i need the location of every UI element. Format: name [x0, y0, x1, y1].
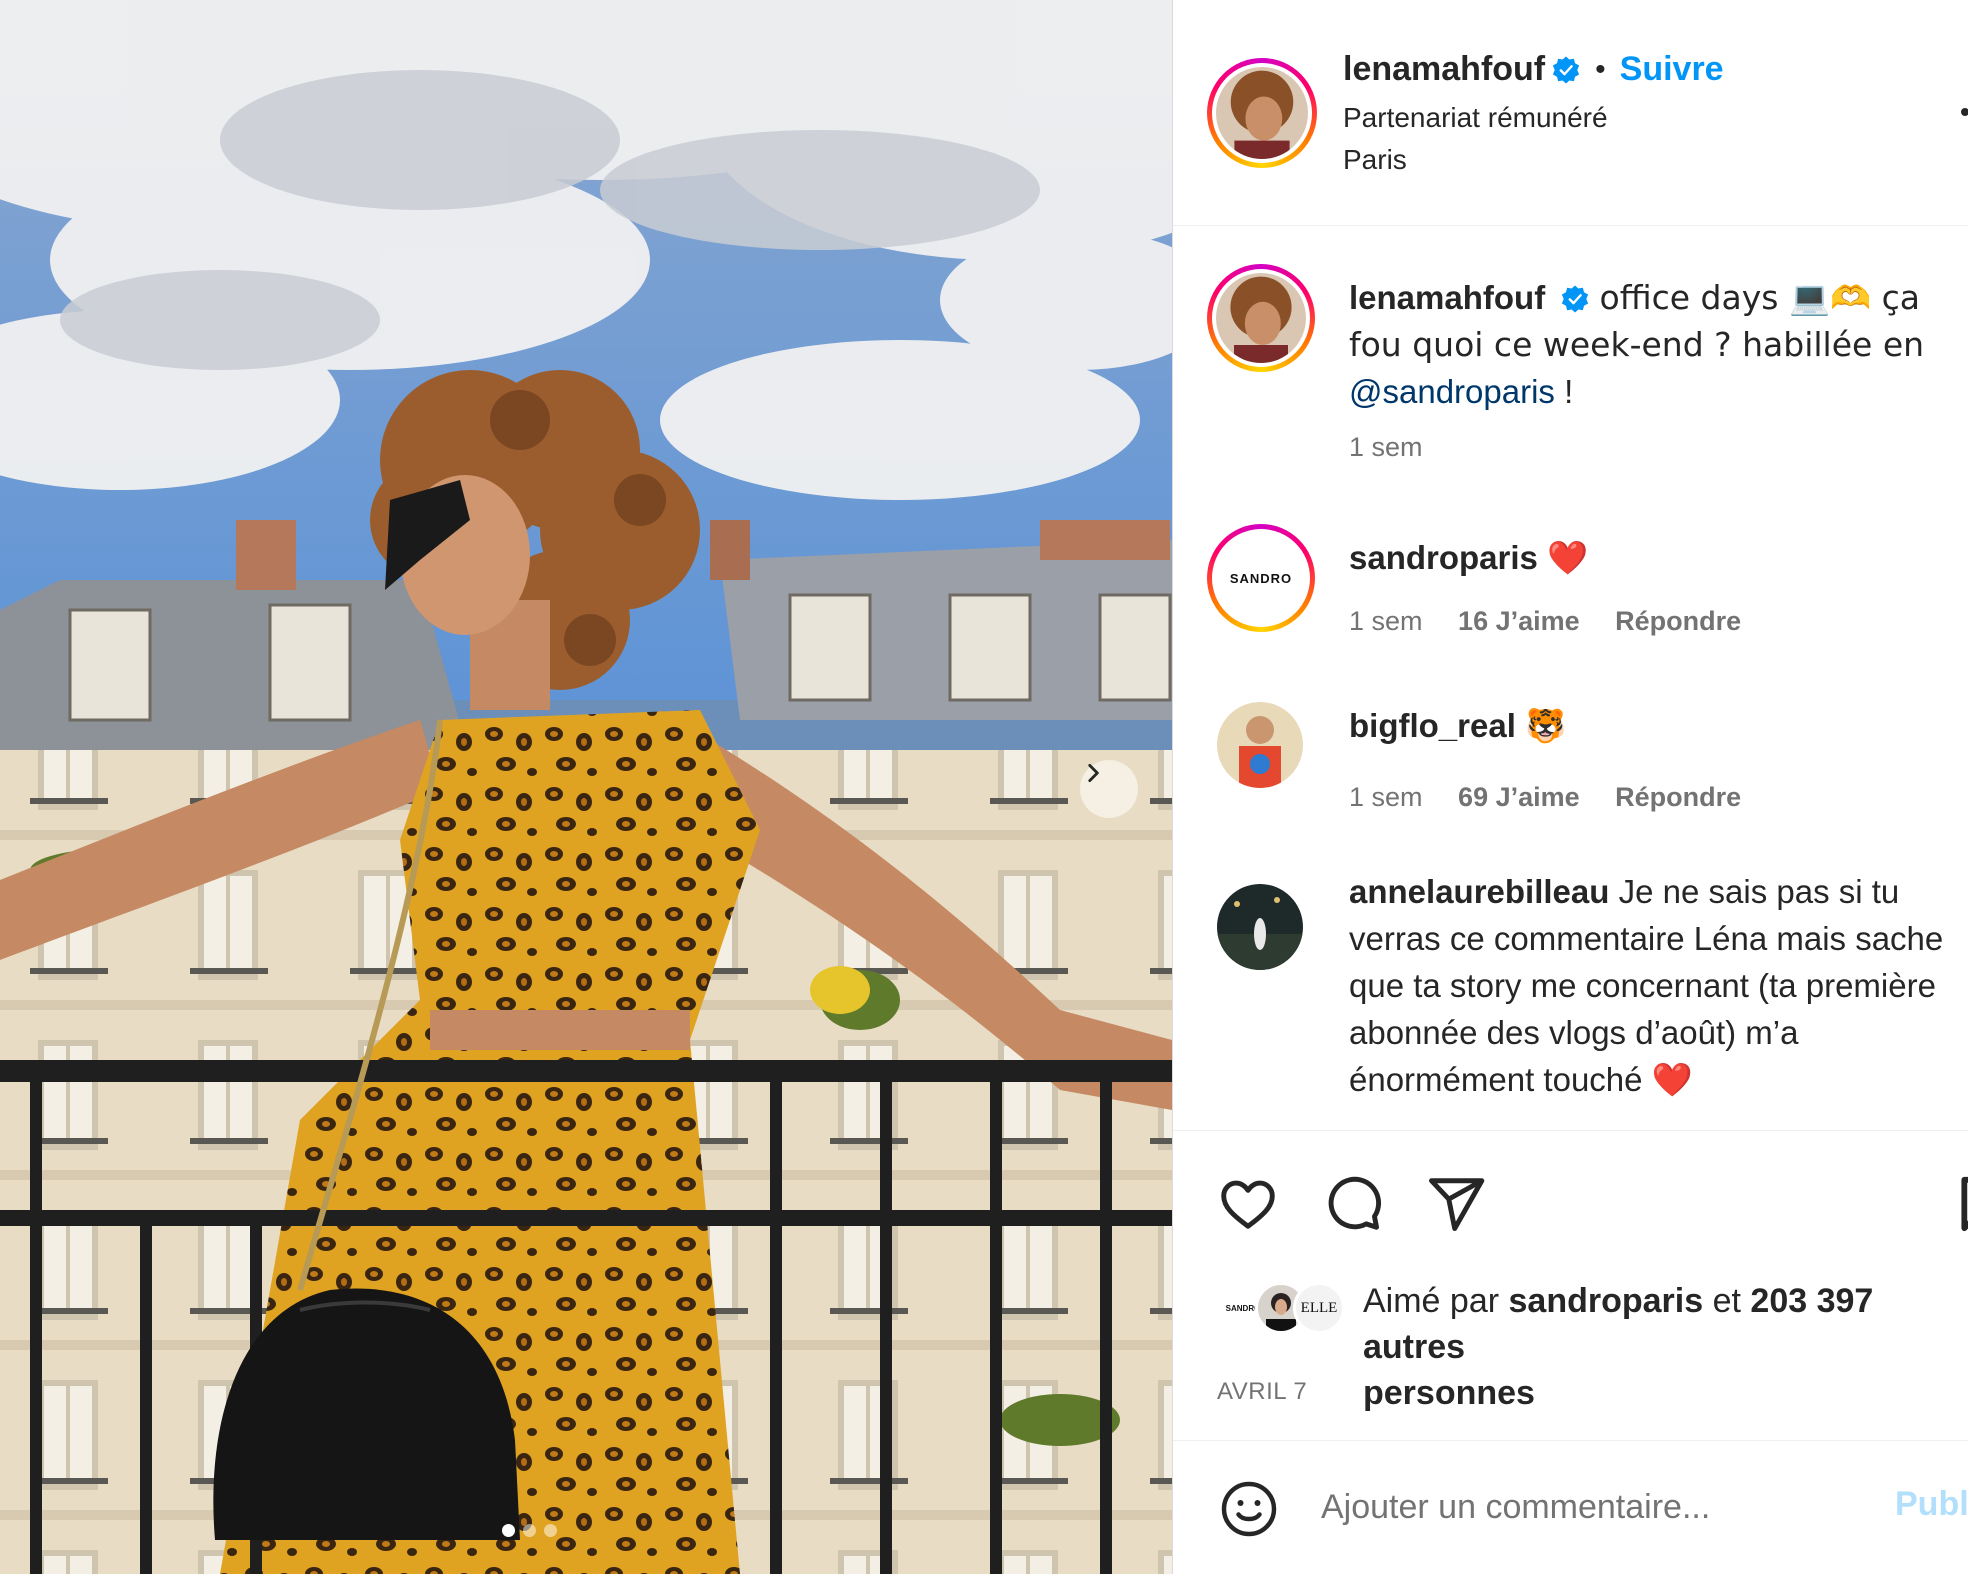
comment-avatar[interactable] [1217, 884, 1303, 970]
caption-username[interactable]: lenamahfouf [1349, 279, 1545, 316]
comment-meta: 1 sem 16 J’aime Répondre [1349, 606, 1769, 637]
post-photo[interactable] [0, 0, 1172, 1574]
caption-avatar[interactable] [1207, 264, 1315, 372]
author-username[interactable]: lenamahfouf [1343, 50, 1545, 89]
heart-icon[interactable] [1217, 1173, 1279, 1235]
carousel-dot-3 [544, 1524, 557, 1537]
comment-likes[interactable]: 16 J’aime [1458, 606, 1580, 636]
carousel-dot-1 [502, 1524, 515, 1537]
publish-button[interactable]: Publier [1895, 1485, 1968, 1524]
comment-age[interactable]: 1 sem [1349, 606, 1423, 636]
caption-age[interactable]: 1 sem [1349, 432, 1423, 462]
likes-prefix: Aimé par [1363, 1282, 1500, 1320]
comment-input[interactable] [1321, 1481, 1821, 1533]
likes-summary[interactable]: Aimé par sandroparis et 203 397 autres p… [1363, 1278, 1968, 1416]
annelaure-avatar-photo [1217, 884, 1303, 970]
likes-first-liker[interactable]: sandroparis [1509, 1282, 1704, 1320]
comment-text: sandroparis ❤️ [1349, 534, 1949, 581]
author-avatar[interactable] [1207, 58, 1317, 168]
share-icon[interactable] [1425, 1173, 1487, 1235]
comment-body: 🐯 [1525, 706, 1567, 745]
likes-suffix[interactable]: personnes [1363, 1374, 1535, 1412]
post-date[interactable]: AVRIL 7 [1217, 1378, 1307, 1406]
likes-connector: et [1712, 1282, 1741, 1320]
comment-text: annelaurebilleau Je ne sais pas si tu ve… [1349, 868, 1949, 1103]
comment-avatar[interactable] [1217, 702, 1303, 788]
carousel-indicator [502, 1524, 557, 1537]
more-options-icon[interactable] [1961, 108, 1968, 116]
comment-username[interactable]: annelaurebilleau [1349, 873, 1609, 910]
comment-icon[interactable] [1321, 1173, 1383, 1235]
location-link[interactable]: Paris [1343, 144, 1407, 176]
comment-meta: 1 sem 69 J’aime Répondre [1349, 782, 1769, 813]
reply-button[interactable]: Répondre [1615, 606, 1741, 636]
chevron-right-icon [1088, 764, 1099, 782]
emoji-icon[interactable] [1219, 1479, 1279, 1539]
add-comment-bar: Publier [1173, 1440, 1968, 1574]
comment-username[interactable]: sandroparis [1349, 539, 1538, 576]
partnership-label[interactable]: Partenariat rémunéré [1343, 102, 1608, 134]
post-image [0, 0, 1172, 1574]
verified-icon [1562, 285, 1589, 313]
sandro-logo-text: SANDRO [1229, 570, 1293, 586]
comment-body-emoji: ❤️ [1651, 1060, 1693, 1099]
caption-mention[interactable]: @sandroparis [1349, 373, 1555, 410]
comment-likes[interactable]: 69 J’aime [1458, 782, 1580, 812]
liker-avatar-elle: ELLE [1293, 1282, 1345, 1334]
caption-end: ! [1564, 373, 1574, 410]
comment-age[interactable]: 1 sem [1349, 782, 1423, 812]
comment-avatar[interactable]: SANDRO [1207, 524, 1315, 632]
liked-by-avatars[interactable]: SANDRO ELLE [1217, 1278, 1345, 1334]
reply-button[interactable]: Répondre [1615, 782, 1741, 812]
header-separator: • [1595, 52, 1606, 86]
next-image-button[interactable] [1080, 760, 1138, 818]
comment-text: bigflo_real 🐯 [1349, 702, 1949, 749]
caption-text: lenamahfouf office days 💻🫶 ça fou quoi c… [1349, 274, 1949, 415]
follow-button[interactable]: Suivre [1620, 50, 1724, 89]
carousel-dot-2 [523, 1524, 536, 1537]
author-photo [1216, 67, 1308, 159]
bookmark-icon[interactable] [1959, 1175, 1968, 1233]
post-header: lenamahfouf • Suivre Partenariat rémunér… [1173, 0, 1968, 226]
comment-body: ❤️ [1547, 538, 1589, 577]
caption-meta: 1 sem [1349, 432, 1451, 463]
comments-list[interactable]: lenamahfouf office days 💻🫶 ça fou quoi c… [1173, 226, 1968, 1130]
post-actions: SANDRO ELLE Aimé par sandroparis et 203 … [1173, 1130, 1968, 1440]
comment-username[interactable]: bigflo_real [1349, 707, 1516, 744]
bigflo-avatar-photo [1217, 702, 1303, 788]
post-sidebar: lenamahfouf • Suivre Partenariat rémunér… [1172, 0, 1968, 1574]
verified-icon [1553, 56, 1580, 83]
caption-avatar-photo [1216, 273, 1306, 363]
